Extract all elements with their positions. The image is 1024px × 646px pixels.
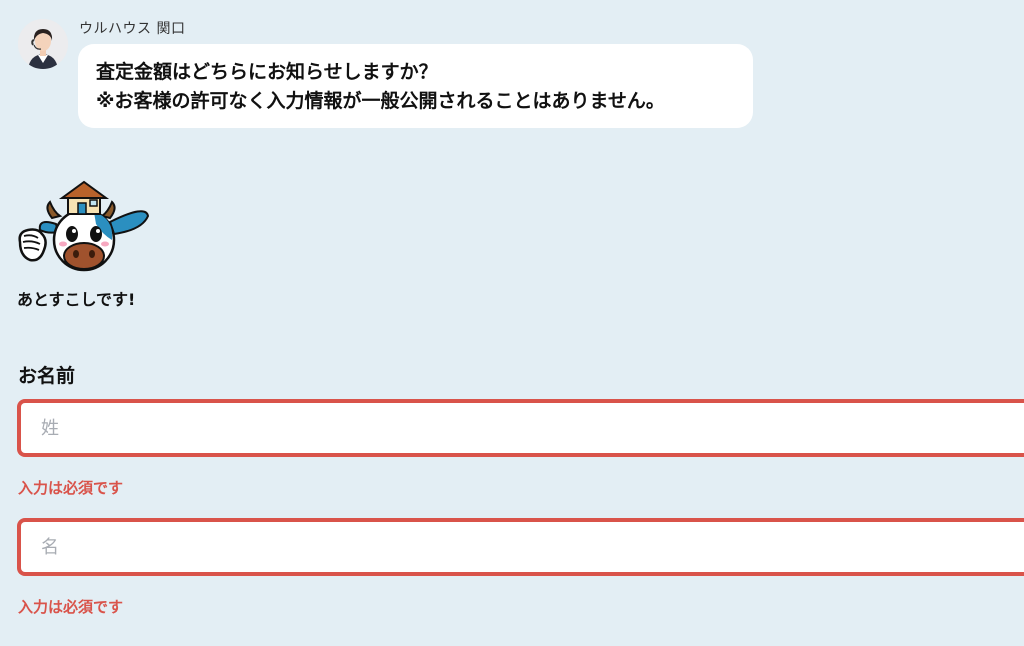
first-name-error: 入力は必須です <box>18 598 124 616</box>
operator-name: ウルハウス 関口 <box>79 21 186 37</box>
last-name-error: 入力は必須です <box>18 479 124 497</box>
chat-form-page: ウルハウス 関口 査定金額はどちらにお知らせしますか？ ※お客様の許可なく入力情… <box>0 0 1024 646</box>
last-name-input[interactable] <box>21 403 1024 453</box>
last-name-field <box>17 399 1024 457</box>
message-line-question: 査定金額はどちらにお知らせしますか？ <box>96 61 438 83</box>
operator-message-bubble: 査定金額はどちらにお知らせしますか？ ※お客様の許可なく入力情報が一般公開される… <box>78 44 753 128</box>
cow-house-mascot-illustration <box>14 178 154 278</box>
mascot-caption: あとすこしです! <box>17 290 136 309</box>
operator-avatar <box>18 19 68 69</box>
first-name-field <box>17 518 1024 576</box>
message-line-privacy-note: ※お客様の許可なく入力情報が一般公開されることはありません。 <box>96 90 665 112</box>
first-name-input[interactable] <box>21 522 1024 572</box>
name-field-label: お名前 <box>18 365 76 387</box>
